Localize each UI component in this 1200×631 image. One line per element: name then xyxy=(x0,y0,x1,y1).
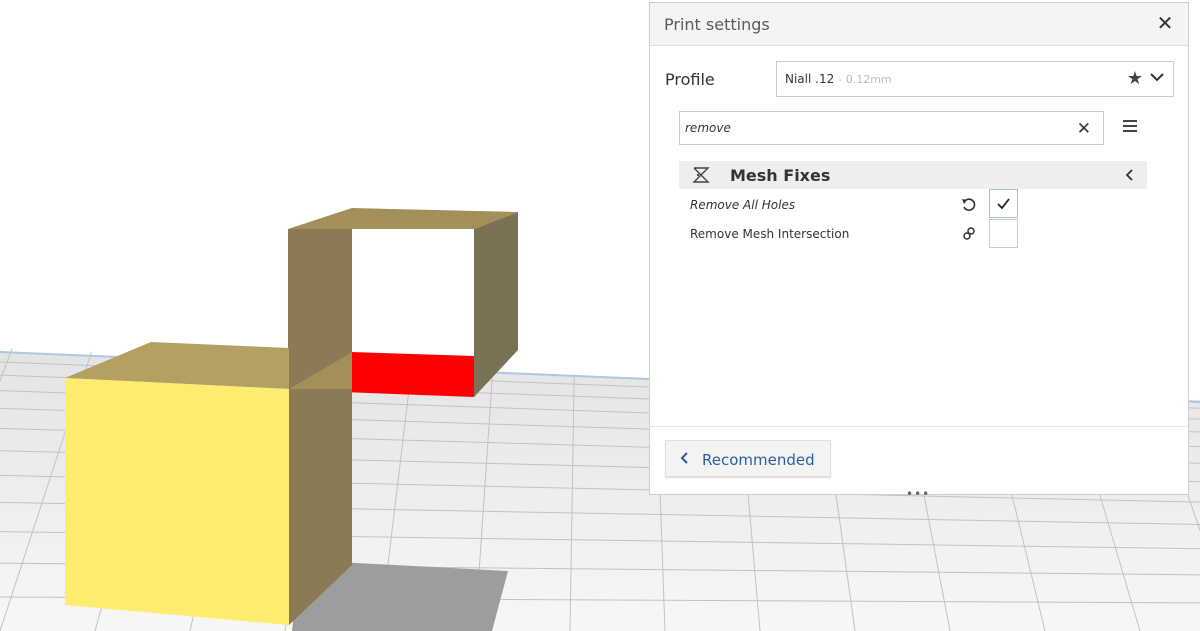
remove-all-holes-checkbox[interactable] xyxy=(989,189,1018,218)
checkmark-icon xyxy=(997,198,1010,210)
resize-handle-icon[interactable]: ••• xyxy=(906,487,930,501)
profile-layer-height: - 0.12mm xyxy=(838,73,892,86)
setting-label: Remove All Holes xyxy=(690,198,796,212)
setting-row-remove-all-holes: Remove All Holes xyxy=(680,192,1020,218)
mesh-fixes-category[interactable]: Mesh Fixes xyxy=(679,161,1147,189)
chevron-left-icon xyxy=(1125,169,1133,181)
reset-icon[interactable] xyxy=(961,197,977,213)
panel-header: Print settings ✕ xyxy=(650,3,1188,46)
profile-name: Niall .12- 0.12mm xyxy=(785,72,892,86)
panel-title: Print settings xyxy=(664,15,770,34)
search-value[interactable]: remove xyxy=(685,121,731,135)
panel-divider xyxy=(650,426,1188,427)
search-input[interactable]: remove ✕ xyxy=(679,111,1104,145)
setting-row-remove-mesh-intersection: Remove Mesh Intersection xyxy=(680,221,1020,247)
remove-mesh-intersection-checkbox[interactable] xyxy=(989,219,1018,248)
selected-cube-model[interactable] xyxy=(65,342,352,625)
mesh-fixes-icon xyxy=(692,167,710,183)
recommended-button[interactable]: Recommended xyxy=(665,440,831,477)
link-icon[interactable] xyxy=(961,226,977,242)
clear-search-icon[interactable]: ✕ xyxy=(1077,119,1091,139)
chevron-left-icon xyxy=(680,452,688,464)
recommended-label: Recommended xyxy=(702,451,815,469)
setting-label: Remove Mesh Intersection xyxy=(690,227,850,241)
profile-dropdown[interactable]: Niall .12- 0.12mm ★ xyxy=(776,61,1174,97)
chevron-down-icon xyxy=(1150,73,1164,82)
category-label: Mesh Fixes xyxy=(730,166,831,185)
close-icon[interactable]: ✕ xyxy=(1154,12,1176,34)
star-icon[interactable]: ★ xyxy=(1127,68,1143,89)
profile-label: Profile xyxy=(665,70,715,89)
settings-menu-icon[interactable] xyxy=(1121,118,1139,134)
print-settings-panel: Print settings ✕ Profile Niall .12- 0.12… xyxy=(649,2,1189,501)
